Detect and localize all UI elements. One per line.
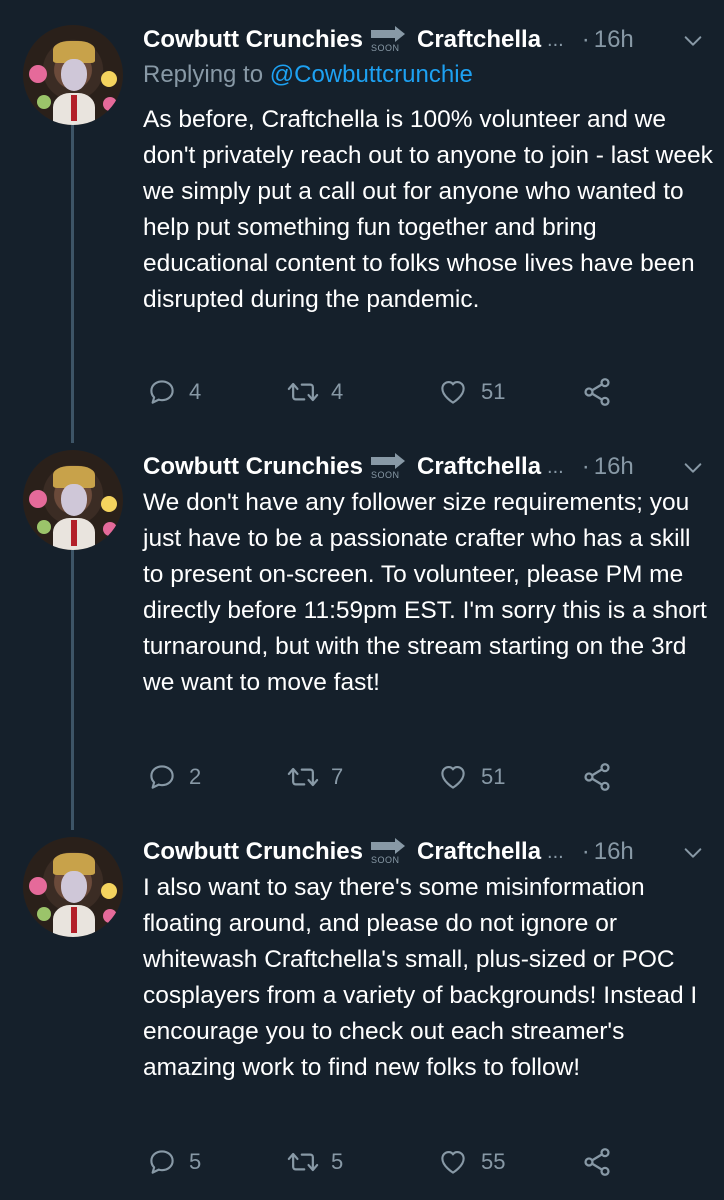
separator-dot: · <box>581 453 590 480</box>
tweet-header: Cowbutt Crunchies SOON Craftchella ... ·… <box>143 24 634 56</box>
like-button[interactable]: 51 <box>437 760 505 794</box>
reply-icon <box>150 380 174 404</box>
separator-dot: · <box>581 26 590 53</box>
retweet-button[interactable]: 5 <box>287 1145 343 1179</box>
tweet-actions: 4 4 51 <box>143 375 643 409</box>
share-icon <box>584 763 610 791</box>
avatar[interactable] <box>23 450 123 550</box>
soon-arrow-icon: SOON <box>369 452 409 482</box>
reply-count: 2 <box>189 764 202 789</box>
soon-label: SOON <box>371 855 400 865</box>
retweet-button[interactable]: 4 <box>287 375 343 409</box>
timestamp[interactable]: 16h <box>594 453 634 481</box>
replying-to-handle[interactable]: @Cowbuttcrunchie <box>270 61 473 88</box>
tweet-text: As before, Craftchella is 100% volunteer… <box>143 106 713 313</box>
replying-to: Replying to @Cowbuttcrunchie <box>143 61 473 89</box>
share-icon <box>584 1148 610 1176</box>
share-button[interactable] <box>581 375 613 409</box>
heart-icon <box>441 1150 465 1174</box>
like-count: 51 <box>481 379 506 404</box>
soon-arrow-icon: SOON <box>369 837 409 867</box>
soon-arrow-icon: SOON <box>369 25 409 55</box>
retweet-button[interactable]: 7 <box>287 760 343 794</box>
chevron-down-icon[interactable] <box>682 457 704 479</box>
author-name[interactable]: Cowbutt Crunchies <box>143 453 363 481</box>
tweet-text: I also want to say there's some misinfor… <box>143 874 698 1081</box>
reply-button[interactable]: 5 <box>147 1145 201 1179</box>
tweet-actions: 5 5 55 <box>143 1145 643 1179</box>
tweet-actions: 2 7 51 <box>143 760 643 794</box>
retweet-icon <box>287 382 319 402</box>
author-name-suffix[interactable]: Craftchella <box>417 26 541 54</box>
reply-button[interactable]: 4 <box>147 375 201 409</box>
retweet-icon <box>287 1152 319 1172</box>
reply-count: 5 <box>189 1149 202 1174</box>
name-ellipsis: ... <box>547 28 564 51</box>
reply-icon <box>150 765 174 789</box>
avatar[interactable] <box>23 837 123 937</box>
like-button[interactable]: 55 <box>437 1145 505 1179</box>
author-name[interactable]: Cowbutt Crunchies <box>143 26 363 54</box>
timestamp[interactable]: 16h <box>594 838 634 866</box>
author-name-suffix[interactable]: Craftchella <box>417 838 541 866</box>
thread-line <box>71 125 74 443</box>
reply-count: 4 <box>189 379 202 404</box>
separator-dot: · <box>581 838 590 865</box>
name-ellipsis: ... <box>547 840 564 863</box>
replying-to-label: Replying to <box>143 61 264 88</box>
tweet-text: We don't have any follower size requirem… <box>143 489 707 696</box>
thread-line <box>71 512 74 830</box>
retweet-icon <box>287 767 319 787</box>
like-button[interactable]: 51 <box>437 375 505 409</box>
share-button[interactable] <box>581 1145 613 1179</box>
avatar[interactable] <box>23 25 123 125</box>
like-count: 51 <box>481 764 506 789</box>
retweet-count: 7 <box>331 764 344 789</box>
retweet-count: 4 <box>331 379 344 404</box>
like-count: 55 <box>481 1149 506 1174</box>
timestamp[interactable]: 16h <box>594 26 634 54</box>
name-ellipsis: ... <box>547 455 564 478</box>
share-icon <box>584 378 610 406</box>
heart-icon <box>441 380 465 404</box>
author-name-suffix[interactable]: Craftchella <box>417 453 541 481</box>
reply-button[interactable]: 2 <box>147 760 201 794</box>
author-name[interactable]: Cowbutt Crunchies <box>143 838 363 866</box>
reply-icon <box>150 1150 174 1174</box>
chevron-down-icon[interactable] <box>682 30 704 52</box>
share-button[interactable] <box>581 760 613 794</box>
soon-label: SOON <box>371 470 400 480</box>
tweet-header: Cowbutt Crunchies SOON Craftchella ... ·… <box>143 451 634 483</box>
chevron-down-icon[interactable] <box>682 842 704 864</box>
tweet-header: Cowbutt Crunchies SOON Craftchella ... ·… <box>143 836 634 868</box>
retweet-count: 5 <box>331 1149 344 1174</box>
soon-label: SOON <box>371 43 400 53</box>
heart-icon <box>441 765 465 789</box>
